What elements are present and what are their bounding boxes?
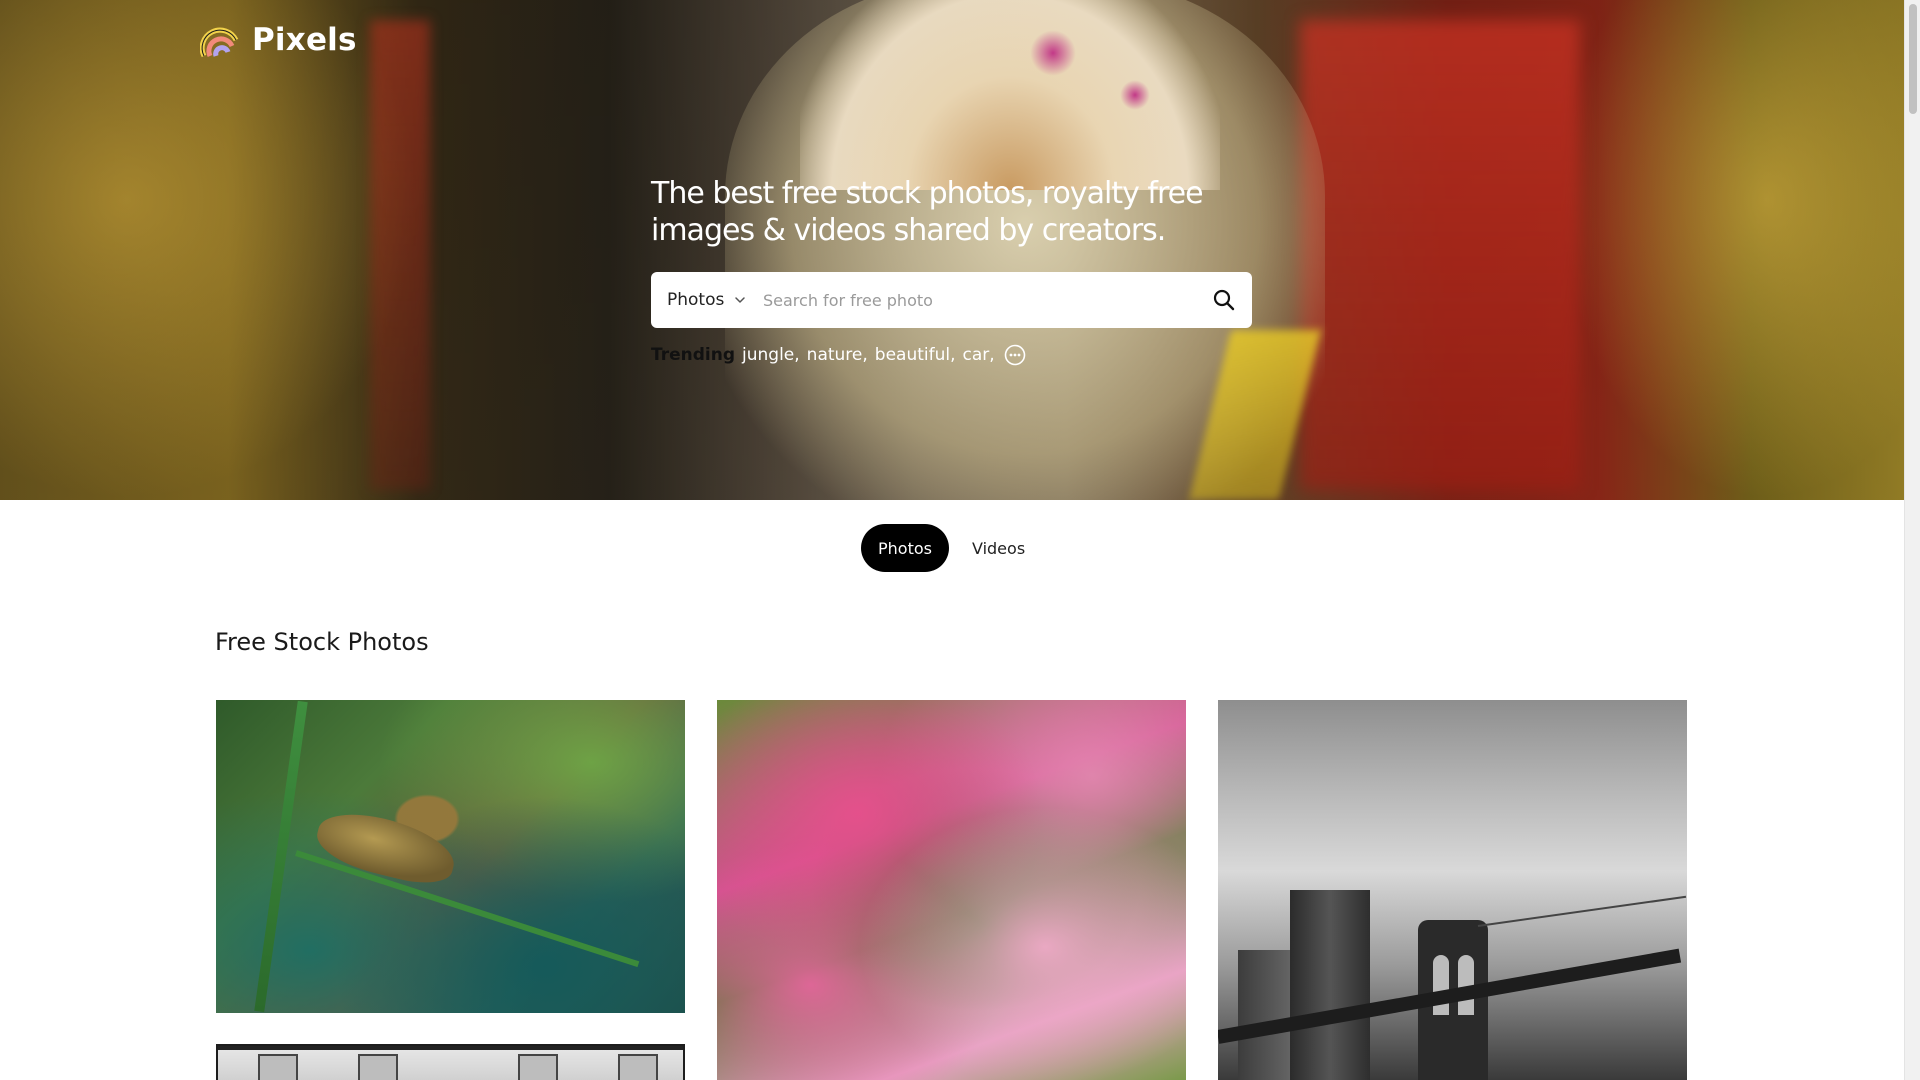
photo-detail (1290, 890, 1370, 1080)
search-bar: Photos (651, 272, 1252, 328)
hero-background-glow-right (1560, 0, 1904, 500)
tab-videos[interactable]: Videos (955, 524, 1042, 572)
hero-background-fan (800, 0, 1220, 190)
photo-card[interactable] (1218, 700, 1687, 1080)
search-icon (1213, 289, 1235, 311)
hero-background-glow-left (0, 0, 420, 500)
page-scrollbar[interactable] (1904, 0, 1920, 1080)
photo-detail (358, 1054, 398, 1080)
media-type-tabs: Photos Videos (861, 524, 1042, 572)
photo-detail (311, 803, 461, 892)
chevron-down-icon (735, 297, 746, 303)
more-dots-icon[interactable] (1004, 344, 1026, 366)
logo[interactable]: Pixels (200, 20, 357, 60)
photo-detail (518, 1054, 558, 1080)
hero-background-fan-flower (1120, 80, 1150, 110)
hero-background-red-left (370, 20, 430, 490)
trending-tag[interactable]: beautiful, (875, 345, 956, 365)
photo-card[interactable] (717, 700, 1186, 1080)
scrollbar-thumb[interactable] (1909, 4, 1917, 114)
brand-name: Pixels (252, 22, 357, 58)
trending-bar: Trending jungle, nature, beautiful, car, (651, 344, 1026, 366)
photo-detail (258, 1054, 298, 1080)
tab-photos[interactable]: Photos (861, 524, 949, 572)
trending-tag[interactable]: nature, (807, 345, 868, 365)
rainbow-icon (200, 27, 239, 58)
trending-tag[interactable]: car, (963, 345, 995, 365)
trending-tag[interactable]: jungle, (742, 345, 800, 365)
photo-detail (295, 850, 640, 968)
photo-card[interactable] (216, 700, 685, 1013)
trending-label: Trending (651, 345, 736, 365)
hero-background-red-right (1300, 20, 1580, 490)
section-title: Free Stock Photos (215, 628, 429, 656)
search-button[interactable] (1196, 272, 1252, 328)
photo-detail (618, 1054, 658, 1080)
hero-background-fan-flower (1030, 30, 1076, 76)
photo-detail (1477, 895, 1687, 927)
search-type-label: Photos (667, 290, 725, 310)
photo-card[interactable] (216, 1044, 685, 1080)
hero-banner (0, 0, 1904, 500)
photo-detail (1433, 955, 1449, 1015)
search-type-dropdown[interactable]: Photos (651, 272, 755, 328)
photo-detail (1238, 950, 1298, 1080)
hero-headline: The best free stock photos, royalty free… (651, 176, 1204, 248)
search-input[interactable] (755, 272, 1196, 328)
